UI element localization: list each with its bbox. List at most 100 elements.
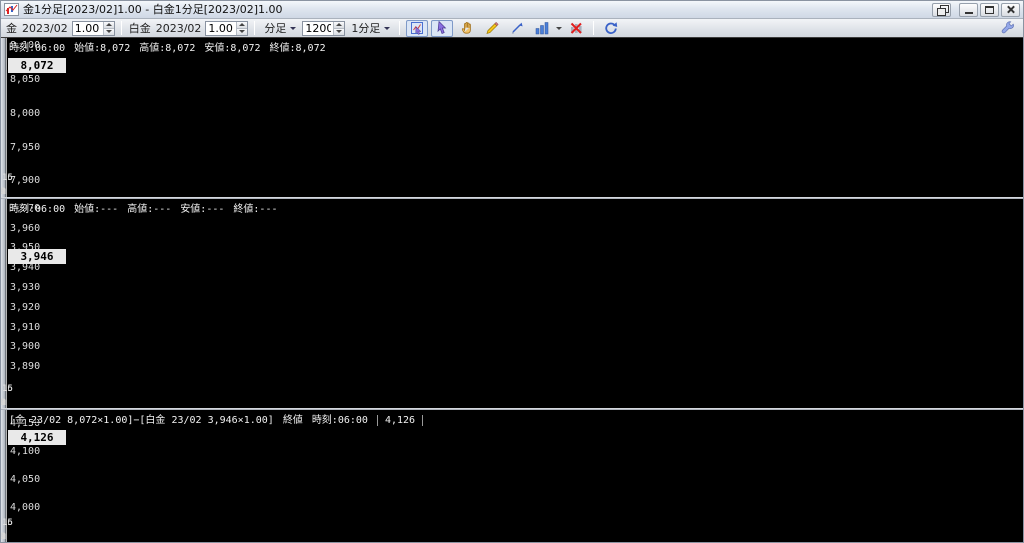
platinum-month-label: 2023/02: [155, 22, 203, 35]
minimize-button[interactable]: [959, 3, 978, 17]
price-label: 8,050: [10, 74, 40, 85]
float-window-icon: [937, 5, 947, 14]
platinum-ratio-spinner: [205, 21, 248, 36]
toolbar-separator: [254, 21, 255, 35]
toolbar-separator: [121, 21, 122, 35]
settings-button[interactable]: [997, 20, 1019, 37]
price-label: 8,000: [10, 108, 40, 119]
date-label: 16: [2, 518, 13, 528]
pan-hand-icon: [459, 20, 475, 36]
pan-tool-button[interactable]: [456, 20, 478, 37]
bar-count-input[interactable]: [303, 22, 333, 35]
spin-down-icon: [106, 30, 112, 33]
title-bar[interactable]: 金1分足[2023/02]1.00 - 白金1分足[2023/02]1.00: [1, 1, 1023, 19]
gold-label: 金: [5, 20, 18, 36]
price-label: 3,920: [10, 302, 40, 313]
price-label: 7,900: [10, 175, 40, 186]
select-tool-button[interactable]: [431, 20, 453, 37]
price-label: 7,950: [10, 142, 40, 153]
platinum-candlestick-panel: 時刻:06:00始値:---高値:---安値:---終値:--- 1516 23…: [1, 199, 1023, 408]
platinum-label: 白金: [128, 20, 152, 36]
maximize-icon: [985, 6, 994, 14]
close-icon: [1006, 5, 1015, 14]
platinum-ratio-spin-down[interactable]: [237, 28, 247, 35]
price-label: 3,900: [10, 341, 40, 352]
platinum-price-axis[interactable]: 3,9703,9603,9503,9403,9303,9203,9103,900…: [6, 199, 67, 408]
maximize-button[interactable]: [980, 3, 999, 17]
interval-label: 1分足: [351, 20, 380, 36]
info-segment: 時刻:06:00: [312, 415, 368, 426]
app-icon: [4, 3, 19, 16]
gold-candlestick-panel: 時刻:06:00始値:8,072高値:8,072安値:8,072終値:8,072…: [1, 38, 1023, 197]
spin-up-icon: [336, 23, 342, 26]
chart-app-window: 金1分足[2023/02]1.00 - 白金1分足[2023/02]1.00 金…: [0, 0, 1024, 543]
gold-price-axis[interactable]: 8,1008,0508,0007,9507,9008,072: [6, 38, 67, 197]
last-price-tag: 3,946: [8, 249, 66, 264]
bar-type-dropdown[interactable]: 分足: [261, 20, 299, 36]
spread-line-panel: [金 23/02 8,072×1.00]−[白金 23/02 3,946×1.0…: [1, 410, 1023, 542]
toolbar: 金 2023/02 白金 2023/02 分足: [1, 19, 1023, 38]
platinum-ratio-input[interactable]: [206, 22, 236, 35]
gold-ratio-spin-down[interactable]: [104, 28, 114, 35]
price-label: 3,940: [10, 262, 40, 273]
last-price-tag: 8,072: [8, 58, 66, 73]
spin-up-icon: [106, 23, 112, 26]
info-segment: 終値:---: [233, 204, 277, 215]
date-label: 16: [2, 173, 13, 183]
spin-down-icon: [336, 30, 342, 33]
annotate-tool-button[interactable]: [506, 20, 528, 37]
chart-cursor-icon: [409, 20, 425, 36]
interval-dropdown[interactable]: 1分足: [348, 20, 393, 36]
spin-up-icon: [239, 23, 245, 26]
info-segment: 時刻:06:00: [9, 43, 65, 54]
caret-down-icon: [384, 27, 390, 30]
price-label: 4,050: [10, 474, 40, 485]
gold-ohlc-readout: 時刻:06:00始値:8,072高値:8,072安値:8,072終値:8,072: [9, 39, 335, 54]
pencil-icon: [484, 20, 500, 36]
price-label: 3,960: [10, 223, 40, 234]
close-button[interactable]: [1001, 3, 1020, 17]
toolbar-separator: [593, 21, 594, 35]
info-segment: 高値:8,072: [139, 43, 195, 54]
remove-indicator-button[interactable]: [565, 20, 587, 37]
info-segment: 終値:8,072: [270, 43, 326, 54]
caret-down-icon: [290, 27, 296, 30]
info-segment: 始値:---: [74, 204, 118, 215]
bar-count-spinner: [302, 21, 345, 36]
platinum-ohlc-readout: 時刻:06:00始値:---高値:---安値:---終値:---: [9, 200, 287, 215]
annotate-pen-icon: [509, 20, 525, 36]
indicator-tool-button[interactable]: [531, 20, 553, 37]
reload-button[interactable]: [600, 20, 622, 37]
price-label: 4,000: [10, 502, 40, 513]
spread-value: 4,126: [377, 415, 423, 426]
remove-indicator-icon: [568, 20, 584, 36]
price-label: 4,100: [10, 446, 40, 457]
indicator-chart-icon: [534, 20, 550, 36]
info-segment: 時刻:06:00: [9, 204, 65, 215]
price-label: 3,890: [10, 361, 40, 372]
reload-icon: [603, 20, 619, 36]
float-window-button[interactable]: [932, 3, 951, 17]
info-segment: 安値:8,072: [204, 43, 260, 54]
bar-type-label: 分足: [264, 20, 286, 36]
gold-ratio-spinner: [72, 21, 115, 36]
info-segment: 終値: [283, 415, 303, 426]
bar-count-spin-down[interactable]: [334, 28, 344, 35]
indicator-caret-icon[interactable]: [556, 27, 562, 30]
minimize-icon: [965, 12, 973, 14]
last-price-tag: 4,126: [8, 430, 66, 445]
select-arrow-icon: [434, 20, 450, 36]
gold-ratio-input[interactable]: [73, 22, 103, 35]
price-label: 3,930: [10, 282, 40, 293]
info-segment: [金 23/02 8,072×1.00]−[白金 23/02 3,946×1.0…: [9, 415, 274, 426]
toolbar-separator: [399, 21, 400, 35]
pencil-tool-button[interactable]: [481, 20, 503, 37]
gold-month-label: 2023/02: [21, 22, 69, 35]
spin-down-icon: [239, 30, 245, 33]
chart-cursor-tool-button[interactable]: [406, 20, 428, 37]
spread-price-axis[interactable]: 4,1504,1004,0504,0004,126: [6, 410, 67, 542]
settings-wrench-icon: [1000, 20, 1016, 36]
price-label: 3,910: [10, 322, 40, 333]
info-segment: 高値:---: [127, 204, 171, 215]
window-title: 金1分足[2023/02]1.00 - 白金1分足[2023/02]1.00: [23, 1, 932, 18]
